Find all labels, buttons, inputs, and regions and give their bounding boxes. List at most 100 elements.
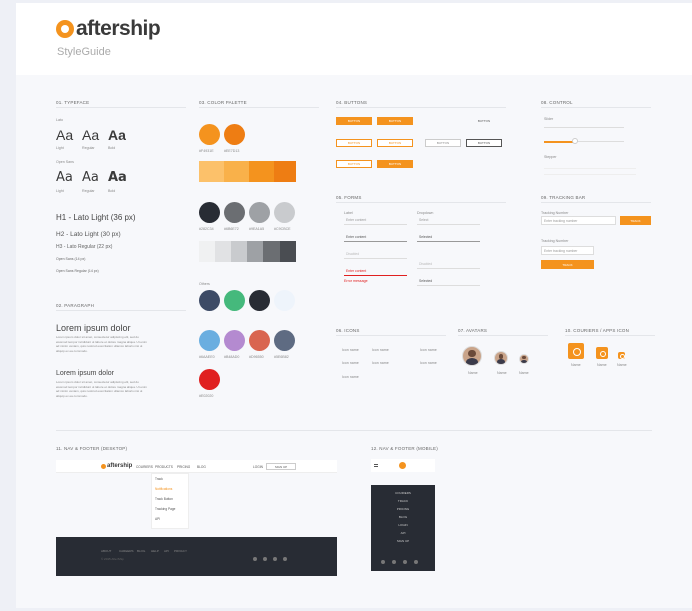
aftership-logo-icon[interactable] xyxy=(399,462,406,469)
aftership-logo-icon xyxy=(101,463,106,469)
secondary-button[interactable]: BUTTON xyxy=(336,139,372,147)
mobile-menu-item[interactable]: BLOG xyxy=(371,515,435,519)
footer-link[interactable]: HELP xyxy=(151,549,159,553)
accent-swatch xyxy=(224,290,245,311)
small-button[interactable]: BUTTON xyxy=(336,160,372,168)
nav-logo[interactable]: aftership xyxy=(101,463,132,469)
sample-light: Aa xyxy=(56,127,74,143)
section-title-nav-desktop: 11. NAV & FOOTER (DESKTOP) xyxy=(56,446,128,451)
sample-bold: Aa xyxy=(108,127,126,143)
divider xyxy=(336,335,446,336)
dark-button[interactable]: BUTTON xyxy=(466,139,502,147)
accent-swatch xyxy=(274,290,295,311)
nav-signup-button[interactable]: SIGN UP xyxy=(266,463,296,470)
tracking-label-2: Tracking Number xyxy=(541,239,569,243)
nav-link-couriers[interactable]: COURIERS xyxy=(136,465,153,469)
section-divider xyxy=(56,430,652,431)
mobile-menu-item[interactable]: LOGIN xyxy=(371,523,435,527)
h1-sample: H1 - Lato Light (36 px) xyxy=(56,213,136,222)
courier-app-icon-small[interactable] xyxy=(618,352,625,359)
paragraph-body-2: Lorem ipsum dolor sit amet, consectetur … xyxy=(56,380,147,398)
facebook-icon[interactable] xyxy=(392,560,396,564)
nav-link-products[interactable]: PRODUCTS xyxy=(155,465,173,469)
dropdown-item[interactable]: Tracking Page xyxy=(155,507,175,511)
mobile-menu-item[interactable]: TRACK xyxy=(371,499,435,503)
stepper-control[interactable] xyxy=(544,168,636,175)
text-input[interactable]: Enter content xyxy=(344,216,407,225)
nav-login-link[interactable]: LOGIN xyxy=(253,465,263,469)
dropdown-item[interactable]: Track xyxy=(155,477,163,481)
footer-link[interactable]: ABOUT xyxy=(101,549,111,553)
hamburger-menu-icon[interactable] xyxy=(374,464,378,467)
tracking-input-mobile[interactable]: Enter tracking number xyxy=(541,246,594,255)
section-title-color: 03. COLOR PALETTE xyxy=(199,100,247,105)
icon-label: Icon name xyxy=(420,361,437,365)
avatar-small xyxy=(519,354,529,364)
text-input-focus[interactable]: Enter content xyxy=(344,233,407,242)
icon-label: Icon name xyxy=(372,348,389,352)
divider xyxy=(336,202,506,203)
brand-logo[interactable]: aftership xyxy=(56,17,161,41)
color-strip-cell xyxy=(224,161,249,182)
select-input-filled[interactable]: Selected xyxy=(417,277,480,286)
twitter-icon[interactable] xyxy=(253,557,257,561)
text-input-error[interactable]: Enter content xyxy=(344,267,407,276)
tracking-input[interactable]: Enter tracking number xyxy=(541,216,616,225)
mobile-menu-item[interactable]: PRICING xyxy=(371,507,435,511)
weight-regular: Regular xyxy=(82,146,95,150)
mobile-menu-item[interactable]: API xyxy=(371,531,435,535)
divider xyxy=(56,310,186,311)
color-label: #EE7D13 xyxy=(224,149,240,153)
sample-regular: Aa xyxy=(82,127,100,143)
nav-link-pricing[interactable]: PRICING xyxy=(177,465,190,469)
icon-label: Icon name xyxy=(420,348,437,352)
github-icon[interactable] xyxy=(283,557,287,561)
track-button[interactable]: TRACK xyxy=(620,216,651,225)
form-label: Label xyxy=(344,211,353,215)
footer-link[interactable]: PRIVACY xyxy=(174,549,187,553)
dropdown-item[interactable]: API xyxy=(155,517,160,521)
brand-name: aftership xyxy=(76,17,161,40)
facebook-icon[interactable] xyxy=(263,557,267,561)
color-swatch-gray-3 xyxy=(249,202,270,223)
dropdown-item[interactable]: Track Button xyxy=(155,497,173,501)
icon-label: Icon name xyxy=(342,375,359,379)
footer-link[interactable]: CAREERS xyxy=(119,549,134,553)
slider-track[interactable] xyxy=(544,127,624,128)
mobile-menu-item[interactable]: COURIERS xyxy=(371,491,435,495)
divider xyxy=(541,202,651,203)
small-primary-button[interactable]: BUTTON xyxy=(377,160,413,168)
page-subtitle: StyleGuide xyxy=(57,46,111,58)
section-title-buttons: 04. BUTTONS xyxy=(336,100,368,105)
google-plus-icon[interactable] xyxy=(403,560,407,564)
icon-label: Icon name xyxy=(342,361,359,365)
footer-link[interactable]: BLOG xyxy=(137,549,145,553)
mobile-menu-item[interactable]: SIGN UP xyxy=(371,539,435,543)
primary-button[interactable]: BUTTON xyxy=(336,117,372,125)
tracking-label: Tracking Number xyxy=(541,211,569,215)
select-input[interactable]: Select xyxy=(417,216,480,225)
gray-strip-cell xyxy=(231,241,247,262)
select-input-disabled[interactable]: Disabled xyxy=(417,260,480,269)
gray-button[interactable]: BUTTON xyxy=(425,139,461,147)
slider-handle[interactable] xyxy=(572,138,578,144)
footer-link[interactable]: API xyxy=(164,549,169,553)
courier-app-icon-large[interactable] xyxy=(568,343,584,359)
select-input-selected[interactable]: Selected xyxy=(417,233,480,242)
google-plus-icon[interactable] xyxy=(273,557,277,561)
dropdown-item-active[interactable]: Notifications xyxy=(155,487,172,491)
weight-light: Light xyxy=(56,146,64,150)
secondary-button-hover[interactable]: BUTTON xyxy=(377,139,413,147)
courier-app-icon-medium[interactable] xyxy=(596,347,608,359)
twitter-icon[interactable] xyxy=(381,560,385,564)
primary-button-hover[interactable]: BUTTON xyxy=(377,117,413,125)
link-button[interactable]: BUTTON xyxy=(471,117,497,125)
nav-link-blog[interactable]: BLOG xyxy=(197,465,206,469)
color-swatch-gray-2 xyxy=(224,202,245,223)
github-icon[interactable] xyxy=(414,560,418,564)
track-button-mobile[interactable]: TRACK xyxy=(541,260,594,269)
text-input-disabled[interactable]: Disabled xyxy=(344,250,407,259)
icon-label: Icon name xyxy=(372,361,389,365)
avatar-name: Name xyxy=(468,371,478,375)
color-label: #F4931E xyxy=(199,149,214,153)
